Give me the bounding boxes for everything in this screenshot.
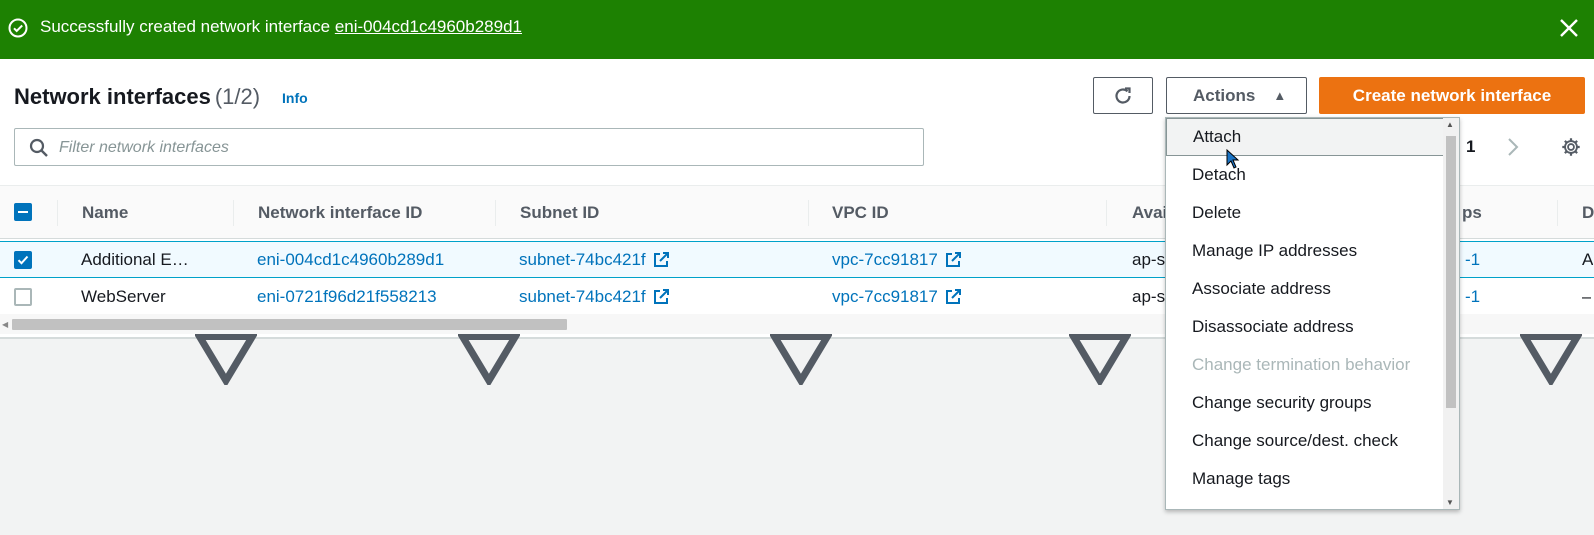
row-name: Additional E…	[81, 249, 189, 269]
row-az: ap-s	[1132, 287, 1166, 306]
flash-message: Successfully created network interface e…	[40, 17, 522, 37]
row-eni-link[interactable]: eni-004cd1c4960b289d1	[257, 242, 444, 277]
scroll-up-arrow-icon[interactable]: ▲	[1446, 120, 1454, 129]
external-link-icon[interactable]	[944, 251, 962, 269]
search-icon	[29, 138, 48, 157]
select-all-checkbox[interactable]	[14, 203, 32, 221]
page-number[interactable]: 1	[1466, 137, 1475, 157]
col-name[interactable]: Name	[82, 186, 128, 239]
col-security-groups[interactable]: ps	[1462, 186, 1482, 239]
close-icon[interactable]	[1558, 17, 1580, 39]
column-separator	[57, 200, 58, 226]
menu-vertical-scrollbar[interactable]: ▲ ▼	[1443, 118, 1459, 509]
selection-count: (1/2)	[214, 84, 261, 109]
row-vpc-link[interactable]: vpc-7cc91817	[832, 250, 938, 270]
menu-item-manage-ip-addresses[interactable]: Manage IP addresses	[1166, 232, 1446, 270]
flash-message-text: Successfully created network interface	[40, 17, 331, 36]
page-title-text: Network interfaces	[14, 84, 211, 109]
sort-caret-icon[interactable]	[770, 332, 832, 385]
row-sg-link[interactable]: -1	[1465, 279, 1480, 315]
menu-item-attach[interactable]: Attach	[1166, 118, 1446, 156]
check-icon	[17, 255, 29, 265]
external-link-icon[interactable]	[652, 251, 670, 269]
indeterminate-mark	[18, 211, 28, 213]
col-eni-label: Network interface ID	[258, 202, 423, 222]
external-link-icon[interactable]	[944, 288, 962, 306]
refresh-icon	[1115, 86, 1131, 104]
row-subnet-link[interactable]: subnet-74bc421f	[519, 287, 646, 307]
info-link[interactable]: Info	[282, 90, 308, 106]
check-circle-icon	[8, 18, 28, 38]
menu-scrollbar-thumb[interactable]	[1446, 136, 1456, 408]
row-name: WebServer	[81, 287, 166, 306]
col-sg-label: ps	[1462, 202, 1482, 222]
col-vpc-label: VPC ID	[832, 202, 889, 222]
mouse-cursor-icon	[1226, 149, 1240, 169]
col-vpc-id[interactable]: VPC ID	[832, 186, 889, 239]
col-network-interface-id[interactable]: Network interface ID	[258, 186, 422, 239]
row-vpc-link[interactable]: vpc-7cc91817	[832, 287, 938, 307]
row-sg-link[interactable]: -1	[1465, 242, 1480, 277]
menu-item-detach[interactable]: Detach	[1166, 156, 1446, 194]
scroll-down-arrow-icon[interactable]: ▼	[1446, 498, 1454, 507]
row-subnet-link[interactable]: subnet-74bc421f	[519, 250, 646, 270]
refresh-button[interactable]	[1093, 77, 1153, 114]
sort-caret-icon[interactable]	[1520, 332, 1582, 385]
column-separator	[233, 200, 234, 226]
menu-item-disassociate-address[interactable]: Disassociate address	[1166, 308, 1446, 346]
external-link-icon[interactable]	[652, 288, 670, 306]
col-subnet-id[interactable]: Subnet ID	[520, 186, 599, 239]
menu-item-delete[interactable]: Delete	[1166, 194, 1446, 232]
row-checkbox[interactable]	[14, 251, 32, 269]
actions-button-label: Actions	[1193, 85, 1256, 105]
column-separator	[495, 200, 496, 226]
sort-caret-icon[interactable]	[1069, 332, 1131, 385]
flash-eni-link[interactable]: eni-004cd1c4960b289d1	[335, 17, 522, 36]
search-input[interactable]	[59, 136, 899, 160]
menu-item-change-termination-behavior: Change termination behavior	[1192, 355, 1411, 374]
menu-item-manage-tags[interactable]: Manage tags	[1166, 460, 1446, 498]
menu-item-change-security-groups[interactable]: Change security groups	[1166, 384, 1446, 422]
col-az-label: Avai	[1132, 202, 1168, 222]
row-checkbox[interactable]	[14, 288, 32, 306]
chevron-right-icon[interactable]	[1505, 135, 1521, 159]
sort-caret-icon[interactable]	[458, 332, 520, 385]
col-availability-zone[interactable]: Avai	[1132, 186, 1167, 239]
success-flash-banner: Successfully created network interface e…	[0, 0, 1594, 59]
page-title: Network interfaces (1/2)	[14, 84, 260, 110]
filter-search[interactable]	[14, 128, 924, 166]
gear-icon[interactable]	[1560, 136, 1582, 158]
menu-item-associate-address[interactable]: Associate address	[1166, 270, 1446, 308]
column-separator	[1557, 200, 1558, 226]
actions-dropdown-menu: Attach Detach Delete Manage IP addresses…	[1165, 117, 1460, 510]
scrollbar-thumb[interactable]	[12, 319, 567, 330]
row-eni-link[interactable]: eni-0721f96d21f558213	[257, 279, 437, 315]
col-name-label: Name	[82, 202, 129, 222]
scroll-left-arrow-icon[interactable]: ◀	[2, 320, 8, 329]
menu-item-change-source-dest-check[interactable]: Change source/dest. check	[1166, 422, 1446, 460]
row-description: A	[1582, 249, 1594, 269]
create-network-interface-button[interactable]: Create network interface	[1319, 77, 1585, 114]
caret-up-icon: ▲	[1273, 88, 1287, 103]
column-separator	[1106, 200, 1107, 226]
actions-button[interactable]: Actions ▲	[1166, 77, 1307, 114]
column-separator	[808, 200, 809, 226]
sort-caret-icon[interactable]	[195, 332, 257, 385]
row-description: –	[1582, 287, 1592, 306]
col-subnet-label: Subnet ID	[520, 202, 600, 222]
row-az: ap-s	[1132, 249, 1166, 269]
col-description[interactable]: D	[1582, 186, 1594, 239]
col-d-label: D	[1582, 202, 1594, 222]
